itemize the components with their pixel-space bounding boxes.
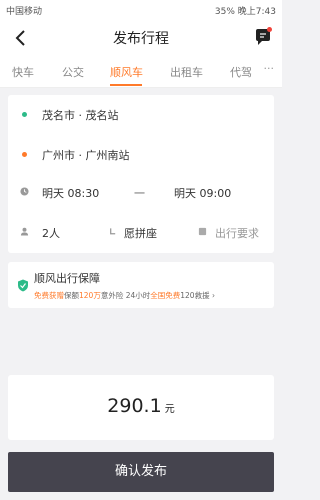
trip-card: 茂名市 · 茂名站 广州市 · 广州南站 明天 08:30 一 明天 09:00… bbox=[8, 95, 274, 253]
origin-dot bbox=[22, 112, 27, 117]
message-button[interactable] bbox=[254, 27, 272, 47]
tab-kuaiche[interactable]: 快车 bbox=[12, 64, 34, 80]
guarantee-subtitle: 免费获赠保额120万意外险 24小时全国免费120救援 › bbox=[34, 290, 215, 301]
time-separator: 一 bbox=[134, 187, 145, 200]
status-right: 35% 晚上7:43 bbox=[215, 4, 276, 17]
guarantee-card[interactable]: 顺风出行保障 免费获赠保额120万意外险 24小时全国免费120救援 › bbox=[8, 262, 274, 308]
price-card: 290.1 元 bbox=[8, 375, 274, 440]
more-tabs-button[interactable]: ··· bbox=[264, 62, 275, 75]
gift-label: 免费获赠 bbox=[34, 291, 64, 300]
insurance-label: 意外险 24小时 bbox=[100, 291, 151, 300]
destination-text: 广州市 · 广州南站 bbox=[42, 149, 130, 162]
rescue-label: 120救援 bbox=[180, 291, 210, 300]
clock: 晚上7:43 bbox=[237, 7, 276, 17]
passenger-count[interactable]: 2人 bbox=[42, 225, 60, 241]
coverage-label: 保额 bbox=[64, 291, 79, 300]
guarantee-title: 顺风出行保障 bbox=[34, 272, 100, 285]
nav-bar: 发布行程 bbox=[0, 20, 282, 56]
time-start: 明天 08:30 bbox=[42, 187, 100, 200]
battery-level: 35% bbox=[214, 7, 235, 17]
carpool-option[interactable]: 愿拼座 bbox=[124, 225, 157, 241]
coverage-amount: 120万 bbox=[79, 291, 101, 300]
clock-icon bbox=[20, 187, 29, 196]
price-unit: 元 bbox=[164, 404, 175, 415]
requirements-option[interactable]: 出行要求 bbox=[215, 225, 259, 241]
carrier-label: 中国移动 bbox=[6, 7, 43, 17]
time-end: 明天 09:00 bbox=[174, 187, 232, 200]
page-title: 发布行程 bbox=[113, 31, 169, 47]
tab-carpool[interactable]: 顺风车 bbox=[110, 64, 143, 80]
price-display: 290.1 元 bbox=[8, 395, 274, 417]
destination-dot bbox=[22, 152, 27, 157]
nationwide-label: 全国免费 bbox=[150, 291, 181, 300]
shield-icon bbox=[18, 279, 28, 292]
person-icon bbox=[20, 227, 29, 236]
chevron-right-icon: › bbox=[211, 291, 215, 300]
service-tabs: 快车 公交 顺风车 出租车 代驾 ··· bbox=[0, 56, 282, 88]
unread-dot bbox=[267, 27, 272, 32]
origin-text: 茂名市 · 茂名站 bbox=[42, 109, 119, 122]
tab-taxi[interactable]: 出租车 bbox=[170, 64, 203, 80]
requirement-icon bbox=[198, 227, 207, 236]
price-amount: 290.1 bbox=[107, 395, 162, 417]
confirm-publish-button[interactable]: 确认发布 bbox=[8, 452, 274, 492]
active-tab-indicator bbox=[110, 84, 142, 86]
seat-icon bbox=[110, 228, 116, 235]
status-bar: 中国移动 35% 晚上7:43 bbox=[0, 0, 282, 20]
tab-driver[interactable]: 代驾 bbox=[230, 64, 252, 80]
tab-bus[interactable]: 公交 bbox=[62, 64, 84, 80]
